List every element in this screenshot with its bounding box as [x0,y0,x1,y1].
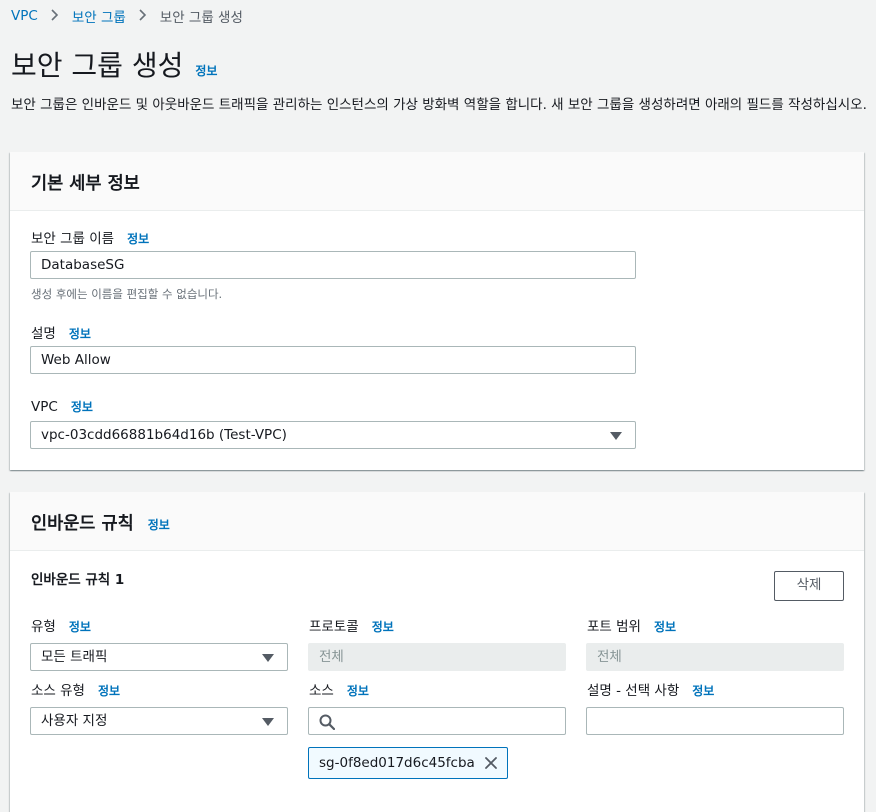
sg-name-label-text: 보안 그룹 이름 [31,231,115,247]
rule-description-label: 설명 - 선택 사항 정보 [587,679,714,699]
sg-name-label: 보안 그룹 이름 정보 [31,227,149,247]
type-select[interactable]: 모든 트래픽 [30,643,288,671]
source-type-label: 소스 유형 정보 [31,679,120,699]
panel-title: 기본 세부 정보 [31,170,140,195]
description-input[interactable]: Web Allow [30,346,636,374]
basic-details-panel: 기본 세부 정보 보안 그룹 이름 정보 DatabaseSG 생성 후에는 이… [10,152,864,470]
delete-rule-button[interactable]: 삭제 [774,571,844,601]
description-label-text: 설명 [31,326,56,342]
info-link[interactable]: 정보 [127,230,149,247]
source-label: 소스 정보 [309,679,369,699]
type-select-value: 모든 트래픽 [41,649,108,665]
info-link[interactable]: 정보 [98,682,120,699]
source-token-label: sg-0f8ed017d6c45fcba [319,755,475,771]
caret-down-icon [262,718,274,726]
panel-header: 기본 세부 정보 [10,152,864,211]
caret-down-icon [610,432,622,440]
caret-down-icon [262,654,274,662]
info-link[interactable]: 정보 [69,618,91,635]
port-range-label: 포트 범위 정보 [587,615,676,635]
source-type-select[interactable]: 사용자 지정 [30,707,288,735]
port-range-label-text: 포트 범위 [587,619,641,635]
protocol-label-text: 프로토콜 [309,619,359,635]
breadcrumb-current: 보안 그룹 생성 [159,10,243,26]
vpc-label-text: VPC [31,399,58,415]
type-label-text: 유형 [31,619,56,635]
sg-name-hint: 생성 후에는 이름을 편집할 수 없습니다. [31,287,223,301]
info-link[interactable]: 정보 [195,62,217,79]
vpc-select-value: vpc-03cdd66881b64d16b (Test-VPC) [41,427,287,443]
protocol-input: 전체 [308,643,566,671]
source-type-select-value: 사용자 지정 [41,713,108,729]
inbound-rules-panel: 인바운드 규칙 정보 인바운드 규칙 1 삭제 유형 정보 프로토콜 정보 포트… [10,492,864,812]
sg-name-input[interactable]: DatabaseSG [30,251,636,279]
search-icon [319,714,335,730]
vpc-select[interactable]: vpc-03cdd66881b64d16b (Test-VPC) [30,421,636,449]
panel-title: 인바운드 규칙 정보 [31,510,170,535]
chevron-right-icon [51,8,59,24]
close-icon[interactable] [484,756,498,770]
port-range-input: 전체 [586,643,844,671]
page-title: 보안 그룹 생성 정보 [11,44,217,84]
info-link[interactable]: 정보 [372,618,394,635]
protocol-label: 프로토콜 정보 [309,615,394,635]
source-search-input[interactable] [308,707,566,735]
info-link[interactable]: 정보 [69,325,91,342]
info-link[interactable]: 정보 [148,516,170,533]
breadcrumb-vpc[interactable]: VPC [11,8,38,24]
source-token: sg-0f8ed017d6c45fcba [308,747,508,779]
basic-details-heading: 기본 세부 정보 [31,174,140,194]
chevron-right-icon [139,8,147,24]
type-label: 유형 정보 [31,615,91,635]
description-label: 설명 정보 [31,322,91,342]
page-title-text: 보안 그룹 생성 [11,49,184,82]
panel-header: 인바운드 규칙 정보 [10,492,864,551]
info-link[interactable]: 정보 [71,398,93,415]
rule-description-label-text: 설명 - 선택 사항 [587,683,680,699]
info-link[interactable]: 정보 [692,682,714,699]
inbound-rules-heading: 인바운드 규칙 [31,514,134,534]
source-type-label-text: 소스 유형 [31,683,85,699]
breadcrumb-security-groups[interactable]: 보안 그룹 [72,6,126,26]
info-link[interactable]: 정보 [347,682,369,699]
breadcrumb: VPC 보안 그룹 보안 그룹 생성 [11,6,243,26]
info-link[interactable]: 정보 [654,618,676,635]
rule-title: 인바운드 규칙 1 [31,572,125,588]
vpc-label: VPC 정보 [31,398,93,415]
page-description: 보안 그룹은 인바운드 및 아웃바운드 트래픽을 관리하는 인스턴스의 가상 방… [11,97,867,113]
source-label-text: 소스 [309,683,334,699]
rule-description-input[interactable] [586,707,844,735]
